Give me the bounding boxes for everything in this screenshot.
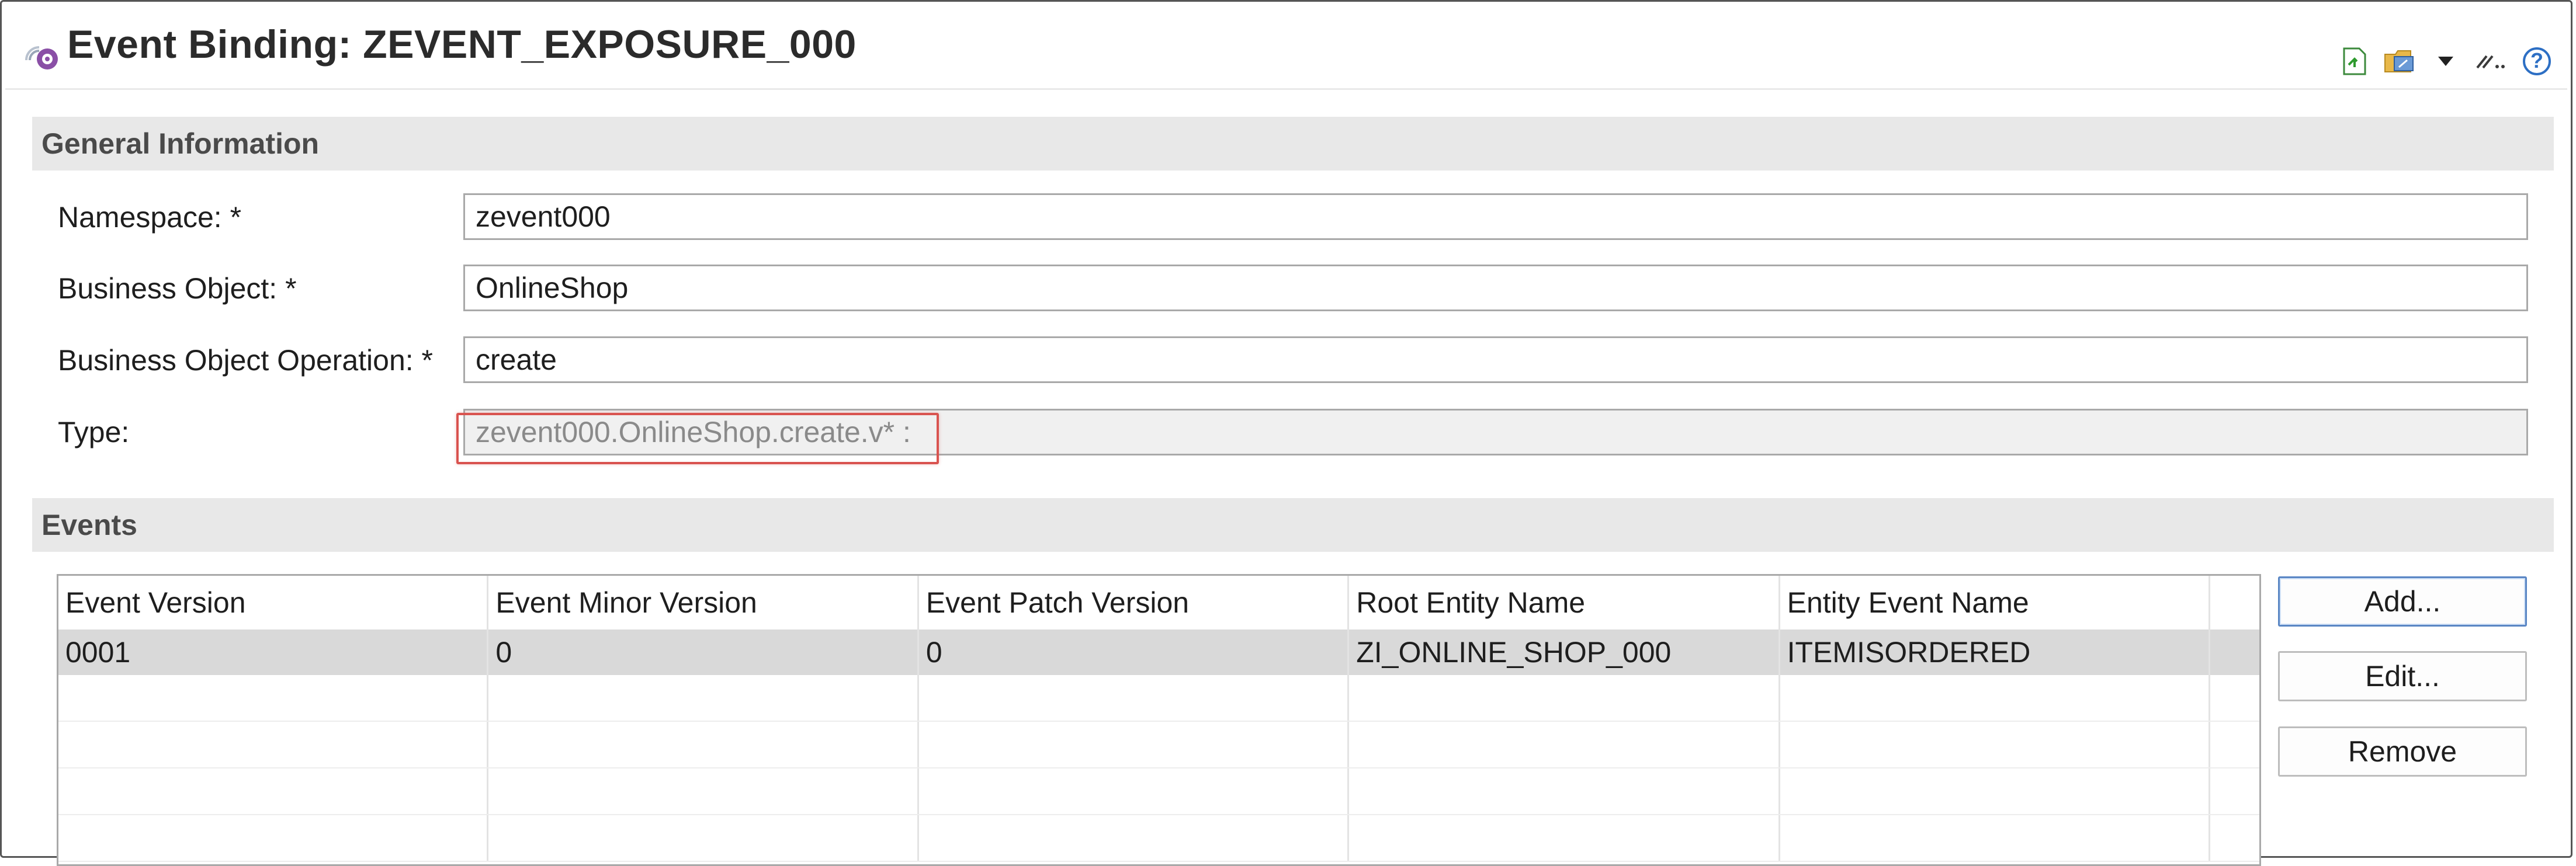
export-icon[interactable] [2338,45,2371,78]
event-binding-icon [25,34,63,72]
editor-toolbar: ? [2338,45,2553,78]
general-information-header: General Information [32,117,2554,171]
edit-event-button[interactable]: Edit... [2278,651,2527,701]
events-table: Event Version Event Minor Version Event … [57,574,2261,866]
table-row[interactable]: 0001 0 0 ZI_ONLINE_SHOP_000 ITEMISORDERE… [58,629,2259,675]
column-header-event-minor-version[interactable]: Event Minor Version [488,576,919,629]
dropdown-arrow-icon[interactable] [2429,45,2462,78]
add-event-button[interactable]: Add... [2278,576,2527,627]
business-object-field[interactable] [463,265,2528,311]
header-separator [5,88,2567,90]
section-title: Events [41,509,137,541]
help-icon[interactable]: ? [2520,45,2553,78]
business-object-label: Business Object: * [58,272,297,305]
column-header-event-version[interactable]: Event Version [58,576,489,629]
business-object-operation-field[interactable] [463,336,2528,383]
table-row-empty [58,675,2259,722]
remove-event-button[interactable]: Remove [2278,726,2527,777]
type-highlight-annotation [456,413,939,464]
cell-filler [2210,629,2259,675]
table-row-empty [58,768,2259,815]
column-header-event-patch-version[interactable]: Event Patch Version [919,576,1350,629]
column-header-entity-event-name[interactable]: Entity Event Name [1780,576,2211,629]
link-icon[interactable] [2475,45,2508,78]
cell-root-entity-name: ZI_ONLINE_SHOP_000 [1349,629,1780,675]
section-title: General Information [41,127,320,160]
editor-window: Event Binding: ZEVENT_EXPOSURE_000 ? Gen… [0,0,2572,866]
namespace-field[interactable] [463,193,2528,240]
namespace-label: Namespace: * [58,201,242,234]
events-header: Events [32,498,2554,552]
page-title: Event Binding: ZEVENT_EXPOSURE_000 [67,22,857,67]
business-object-operation-label: Business Object Operation: * [58,344,433,377]
column-header-filler [2210,576,2259,629]
help-icon-glyph: ? [2530,48,2543,72]
table-row-empty [58,722,2259,768]
type-label: Type: [58,416,130,448]
table-row-empty [58,815,2259,862]
cell-event-version: 0001 [58,629,489,675]
table-header-row: Event Version Event Minor Version Event … [58,576,2259,629]
cell-event-minor-version: 0 [488,629,919,675]
cell-entity-event-name: ITEMISORDERED [1780,629,2211,675]
cell-event-patch-version: 0 [919,629,1350,675]
share-icon[interactable] [2384,45,2416,78]
column-header-root-entity-name[interactable]: Root Entity Name [1349,576,1780,629]
